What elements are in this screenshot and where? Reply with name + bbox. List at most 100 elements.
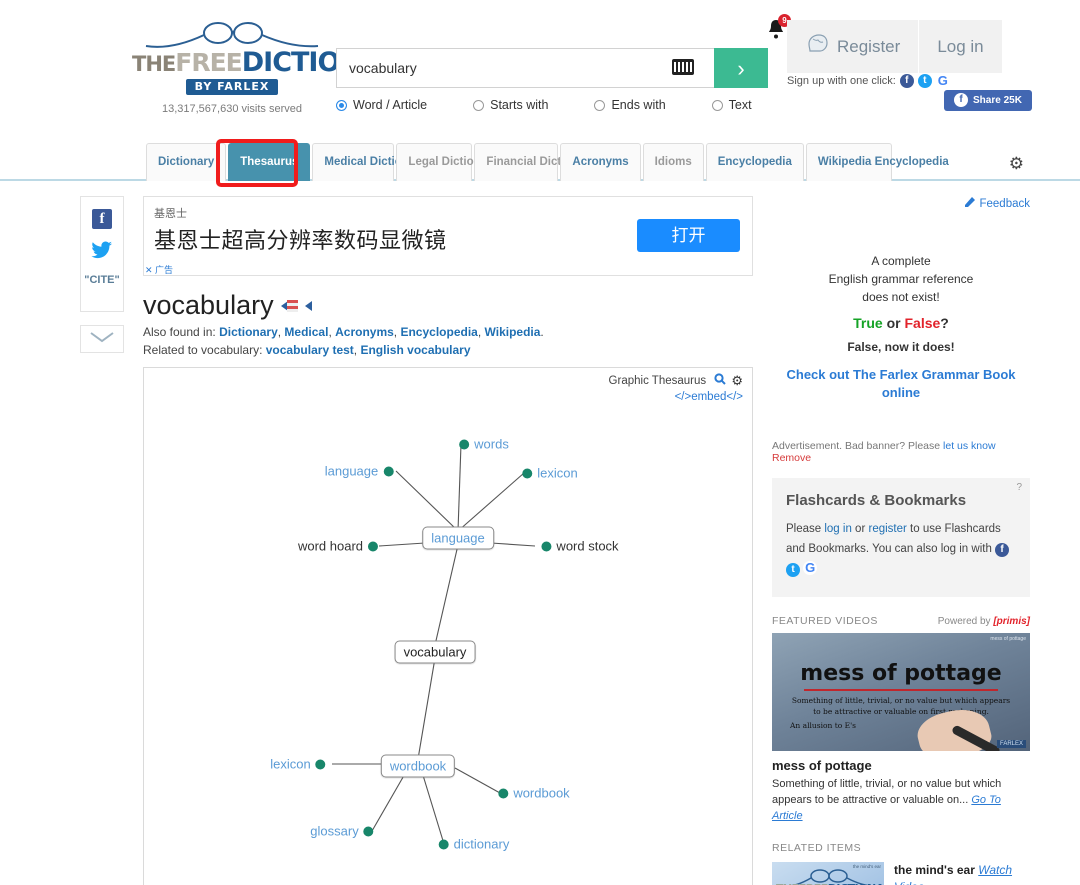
also-found-link-wikipedia[interactable]: Wikipedia bbox=[485, 325, 541, 339]
radio-label: Word / Article bbox=[353, 98, 428, 112]
grammar-line-2: English grammar reference bbox=[828, 272, 974, 286]
site-header: THEFREEDICTIONARY BY FARLEX 13,317,567,6… bbox=[0, 0, 1080, 130]
featured-video-thumbnail[interactable]: mess of pottage mess of pottage Somethin… bbox=[772, 633, 1030, 751]
also-found-link-medical[interactable]: Medical bbox=[284, 325, 328, 339]
radio-ends-with[interactable]: Ends with bbox=[594, 98, 666, 112]
search-submit-button[interactable]: › bbox=[714, 48, 768, 88]
tab-encyclopedia[interactable]: Encyclopedia bbox=[705, 143, 804, 181]
settings-gear-icon[interactable]: ⚙ bbox=[1009, 154, 1024, 174]
flashcards-panel: ? Flashcards & Bookmarks Please log in o… bbox=[772, 478, 1030, 597]
graph-node-language[interactable]: language bbox=[422, 526, 494, 550]
main-content: 基恩士 基恩士超高分辨率数码显微镜 打开 ✕ 广告 vocabulary Als… bbox=[143, 196, 753, 885]
tab-legal-dictionary[interactable]: Legal Dictionary bbox=[396, 143, 498, 181]
facebook-share-icon[interactable]: f bbox=[92, 209, 112, 229]
let-us-know-link[interactable]: let us know bbox=[943, 440, 996, 452]
share-rail-expand[interactable] bbox=[80, 325, 124, 353]
tab-dictionary[interactable]: Dictionary bbox=[146, 143, 227, 181]
graph-dot bbox=[368, 541, 379, 551]
speaker-uk-icon[interactable] bbox=[304, 299, 322, 313]
flashcards-body: Please log in or register to use Flashca… bbox=[786, 519, 1016, 579]
also-found-link-acronyms[interactable]: Acronyms bbox=[335, 325, 394, 339]
remove-ads-link[interactable]: Remove bbox=[772, 452, 811, 464]
related-item-row[interactable]: the mind's ear THEFREEDICTIONARY PRESE t… bbox=[772, 862, 1030, 885]
social-signup: Sign up with one click: f t G bbox=[787, 74, 950, 88]
feedback-label: Feedback bbox=[979, 198, 1030, 210]
twitter-icon[interactable]: t bbox=[786, 563, 800, 577]
ad-open-button[interactable]: 打开 bbox=[637, 219, 740, 252]
help-icon[interactable]: ? bbox=[1016, 482, 1022, 493]
facebook-share-button[interactable]: f Share 25K bbox=[944, 90, 1032, 111]
tab-label: Idioms bbox=[654, 156, 692, 168]
tab-medical-dictionary[interactable]: Medical Dictionary bbox=[312, 143, 426, 181]
graph-leaf-glossary[interactable]: glossary bbox=[310, 824, 374, 839]
also-found-link-dictionary[interactable]: Dictionary bbox=[219, 325, 278, 339]
twitter-share-icon[interactable] bbox=[91, 241, 113, 262]
notification-bell-icon[interactable]: 9 bbox=[765, 14, 791, 40]
flashcards-login-link[interactable]: log in bbox=[824, 523, 852, 535]
related-item-text: the mind's ear Watch Video bbox=[894, 862, 1030, 885]
tab-idioms[interactable]: Idioms bbox=[642, 143, 704, 181]
advertisement-banner[interactable]: 基恩士 基恩士超高分辨率数码显微镜 打开 ✕ 广告 bbox=[143, 196, 753, 276]
tab-label: Wikipedia Encyclopedia bbox=[817, 156, 949, 168]
google-icon[interactable]: G bbox=[803, 561, 818, 575]
radio-starts-with[interactable]: Starts with bbox=[473, 98, 548, 112]
facebook-icon: f bbox=[954, 93, 968, 107]
graph-leaf-word-stock[interactable]: word stock bbox=[541, 539, 619, 554]
cite-button[interactable]: "CITE" bbox=[84, 274, 120, 286]
featured-powered-by: Powered by [primis] bbox=[938, 616, 1030, 627]
logo-free: FREE bbox=[175, 48, 242, 77]
tab-wikipedia-encyclopedia[interactable]: Wikipedia Encyclopedia bbox=[805, 143, 949, 181]
graph-node-label: wordbook bbox=[389, 758, 447, 774]
graph-leaf-language[interactable]: language bbox=[325, 464, 394, 479]
page-title: vocabulary bbox=[143, 290, 753, 321]
login-label: Log in bbox=[937, 36, 984, 56]
related-link-vocabulary-test[interactable]: vocabulary test bbox=[266, 343, 354, 357]
also-found-link-encyclopedia[interactable]: Encyclopedia bbox=[400, 325, 477, 339]
graph-node-label: language bbox=[431, 530, 485, 546]
virtual-keyboard-icon[interactable] bbox=[672, 59, 694, 75]
tab-thesaurus[interactable]: Thesaurus bbox=[228, 143, 311, 181]
radio-text[interactable]: Text bbox=[711, 98, 752, 112]
logo-wordmark: THEFREEDICTIONARY bbox=[132, 48, 419, 77]
graph-leaf-word-hoard[interactable]: word hoard bbox=[298, 539, 379, 554]
facebook-icon[interactable]: f bbox=[995, 543, 1010, 557]
graph-leaf-words[interactable]: words bbox=[459, 437, 509, 452]
video-brand-badge: FARLEX bbox=[996, 740, 1026, 748]
grammar-true: True bbox=[853, 315, 883, 331]
facebook-icon[interactable]: f bbox=[899, 74, 914, 88]
register-button[interactable]: Register bbox=[787, 20, 919, 73]
grammar-promo: A complete English grammar reference doe… bbox=[772, 252, 1030, 402]
register-label: Register bbox=[837, 36, 901, 56]
site-logo[interactable]: THEFREEDICTIONARY BY FARLEX 13,317,567,6… bbox=[132, 22, 419, 115]
flashcards-register-link[interactable]: register bbox=[868, 523, 906, 535]
tab-acronyms[interactable]: Acronyms bbox=[560, 143, 641, 181]
twitter-icon[interactable]: t bbox=[917, 74, 932, 88]
video-caption[interactable]: mess of pottage bbox=[772, 758, 1030, 773]
tab-financial-dictionary[interactable]: Financial Dictionary bbox=[474, 143, 596, 181]
search-input[interactable] bbox=[336, 48, 714, 88]
logo-the: THE bbox=[132, 52, 176, 76]
grammar-qmark: ? bbox=[940, 315, 949, 331]
login-button[interactable]: Log in bbox=[918, 20, 1002, 73]
graph-node-wordbook[interactable]: wordbook bbox=[380, 754, 456, 778]
speaker-us-icon[interactable] bbox=[280, 299, 298, 313]
grammar-cta-link[interactable]: Check out The Farlex Grammar Book online bbox=[772, 366, 1030, 402]
grammar-line-3: does not exist! bbox=[862, 290, 940, 304]
radio-label: Ends with bbox=[611, 98, 666, 112]
related-item-title[interactable]: the mind's ear bbox=[894, 863, 975, 877]
graph-leaf-lexicon-bottom[interactable]: lexicon bbox=[270, 757, 326, 772]
graph-dot bbox=[541, 541, 552, 551]
google-icon[interactable]: G bbox=[935, 74, 950, 88]
graph-leaf-wordbook[interactable]: wordbook bbox=[498, 786, 570, 801]
feedback-link[interactable]: Feedback bbox=[772, 196, 1030, 210]
graph-node-vocabulary-root[interactable]: vocabulary bbox=[394, 640, 476, 664]
related-item-thumbnail[interactable]: the mind's ear THEFREEDICTIONARY PRESE bbox=[772, 862, 884, 885]
ad-disclosure-label[interactable]: ✕ 广告 bbox=[145, 263, 173, 276]
graph-leaf-dictionary[interactable]: dictionary bbox=[438, 837, 509, 852]
video-corner-label: mess of pottage bbox=[990, 636, 1026, 642]
ad-disclosure-note: Advertisement. Bad banner? Please let us… bbox=[772, 440, 1030, 464]
radio-word-article[interactable]: Word / Article bbox=[336, 98, 427, 112]
primis-brand: [primis] bbox=[993, 615, 1030, 627]
graph-leaf-lexicon-top[interactable]: lexicon bbox=[522, 466, 578, 481]
related-link-english-vocabulary[interactable]: English vocabulary bbox=[360, 343, 470, 357]
